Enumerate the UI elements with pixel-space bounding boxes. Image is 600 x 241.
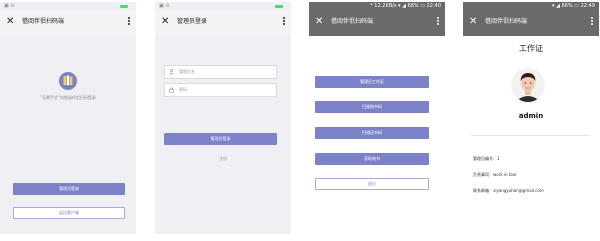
get-borrow-button[interactable]: 获取借书 (315, 153, 429, 165)
screen-scan-login: ▣ ⊙ ✕ 借阅伴侣扫码端 "无需手艺"向借阅伴侣扫码登录 管理员登录 返回客户… (0, 2, 136, 234)
navbar: ✕ 借阅伴侣扫码端 (309, 11, 445, 36)
screen-admin-login: ▣ ⊙ ✕ 管理员登录 管理员名 密码 管理员登录 注册 (155, 2, 291, 234)
status-text: ▾ ◢ 66% ▭ 22:49 (552, 3, 595, 9)
status-text: * 12.2KB/s ▾ ◢ 68% ▭ 22:40 (370, 3, 441, 9)
responsibility-line: 负责事项：work in tool (473, 172, 517, 177)
logout-button[interactable]: 退出 (315, 178, 429, 190)
page-title: 管理员登录 (177, 18, 208, 25)
card-title: 工作证 (519, 44, 543, 53)
password-field[interactable]: 密码 (164, 83, 277, 97)
navbar: ✕ 借阅伴侣扫码端 (0, 11, 136, 36)
admin-name: admin (518, 112, 544, 120)
divider (471, 135, 591, 136)
admin-avatar (511, 68, 545, 102)
return-client-button[interactable]: 返回客户端 (13, 207, 125, 219)
screen-admin-menu: * 12.2KB/s ▾ ◢ 68% ▭ 22:40 ✕ 借阅伴侣扫码端 管理员… (309, 2, 445, 234)
user-icon (169, 69, 174, 75)
scan-return-button[interactable]: 扫描还书码 (315, 127, 429, 139)
page-title: 借阅伴侣扫码端 (485, 18, 528, 25)
status-bar: ▣ ⊙ (0, 2, 136, 11)
page-title: 借阅伴侣扫码端 (22, 18, 65, 25)
admin-login-button[interactable]: 管理员登录 (164, 133, 277, 145)
more-menu-icon[interactable] (283, 17, 285, 26)
battery-icon (275, 5, 283, 8)
more-menu-icon[interactable] (591, 17, 593, 26)
email-line: 联系邮箱：xiyangyuhan@gmail.com (473, 188, 544, 193)
more-menu-icon[interactable] (437, 17, 439, 26)
status-bar: ▣ ⊙ (155, 2, 291, 11)
battery-icon (120, 5, 128, 8)
lock-icon (169, 87, 174, 93)
scan-borrow-button[interactable]: 扫描借书码 (315, 101, 429, 113)
status-bar: ▾ ◢ 66% ▭ 22:49 (463, 2, 599, 11)
password-placeholder: 密码 (179, 87, 187, 92)
page-title: 借阅伴侣扫码端 (331, 18, 374, 25)
admin-login-button[interactable]: 管理员登录 (13, 183, 125, 195)
more-menu-icon[interactable] (128, 17, 130, 26)
notification-icon: ▣ ⊙ (4, 3, 15, 9)
admin-id-line: 管理员编号：1 (473, 156, 500, 161)
notification-icon: ▣ ⊙ (159, 3, 170, 9)
username-field[interactable]: 管理员名 (164, 65, 277, 79)
screen-work-card: ▾ ◢ 66% ▭ 22:49 ✕ 借阅伴侣扫码端 工作证 admin 管理员编… (463, 2, 599, 234)
navbar: ✕ 借阅伴侣扫码端 (463, 11, 599, 36)
username-placeholder: 管理员名 (179, 69, 195, 74)
close-icon[interactable]: ✕ (6, 15, 14, 29)
scan-prompt-text: "无需手艺"向借阅伴侣扫码登录 (40, 95, 96, 100)
admin-badge-button[interactable]: 管理员工作证 (315, 76, 429, 88)
books-logo-icon (59, 72, 77, 90)
navbar: ✕ 管理员登录 (155, 11, 291, 36)
close-icon[interactable]: ✕ (469, 15, 477, 29)
register-link[interactable]: 注册 (155, 156, 291, 162)
status-bar: * 12.2KB/s ▾ ◢ 68% ▭ 22:40 (309, 2, 445, 11)
close-icon[interactable]: ✕ (315, 15, 323, 29)
close-icon[interactable]: ✕ (161, 15, 169, 29)
